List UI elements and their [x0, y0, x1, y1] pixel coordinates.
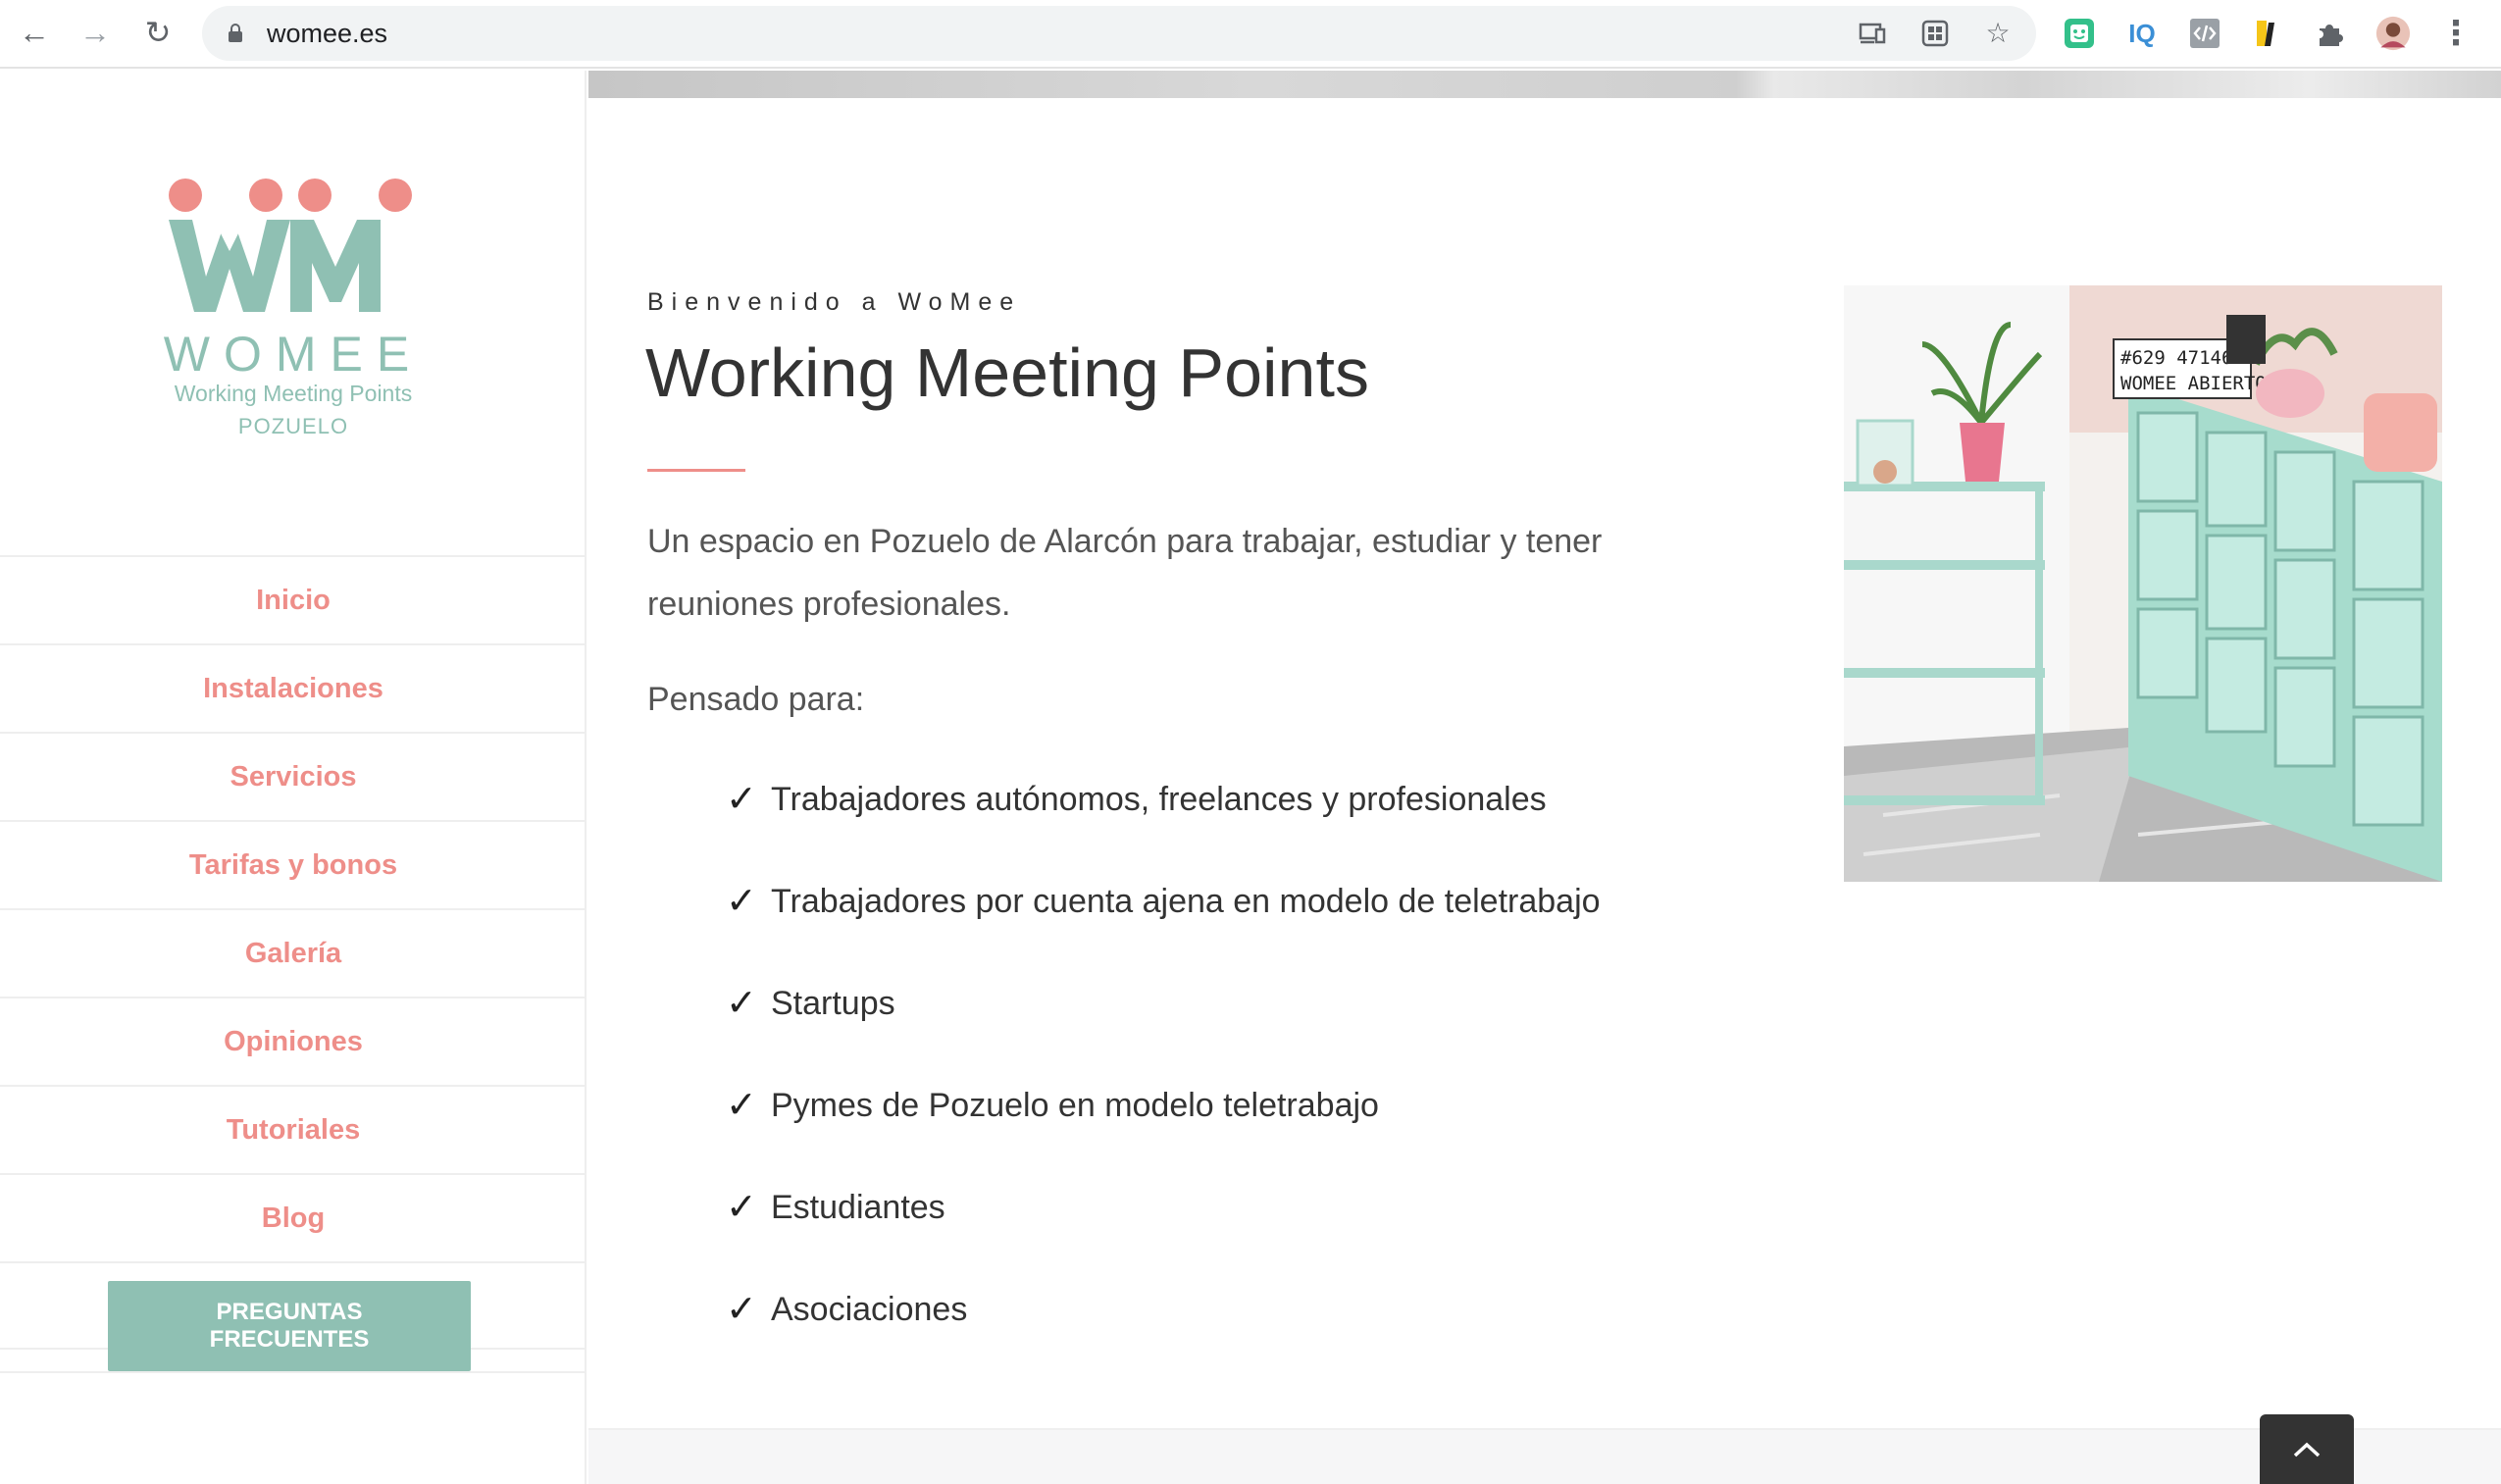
scroll-to-top-button[interactable]: [2260, 1414, 2354, 1484]
list-item: ✓ Trabajadores por cuenta ajena en modelo…: [726, 877, 1601, 979]
profile-avatar[interactable]: [2375, 16, 2411, 51]
faq-button[interactable]: PREGUNTAS FRECUENTES: [108, 1281, 471, 1371]
faq-button-label: PREGUNTAS FRECUENTES: [209, 1299, 370, 1353]
list-item: ✓ Asociaciones: [726, 1285, 1601, 1387]
menu-item-servicios[interactable]: Servicios: [0, 732, 587, 820]
grammarly-icon[interactable]: [2062, 16, 2097, 51]
list-item: ✓ Estudiantes: [726, 1183, 1601, 1285]
logo-dot: [298, 179, 332, 212]
pensado-heading: Pensado para:: [647, 681, 865, 718]
list-item: ✓ Startups: [726, 979, 1601, 1081]
forward-icon[interactable]: →: [75, 12, 116, 53]
check-icon: ✓: [726, 881, 757, 922]
logo-dot: [169, 179, 202, 212]
iq-icon[interactable]: IQ: [2124, 16, 2160, 51]
cast-icon[interactable]: [1858, 20, 1887, 47]
menu-item-tarifas[interactable]: Tarifas y bonos: [0, 820, 587, 908]
logo-tagline: Working Meeting Points: [174, 381, 413, 406]
address-bar[interactable]: womee.es ☆: [202, 6, 2036, 61]
pen-icon[interactable]: [2250, 16, 2285, 51]
code-icon[interactable]: [2187, 16, 2222, 51]
coworking-photo: #629 471462 WOMEE ABIERTO: [1844, 285, 2442, 882]
audience-list: ✓ Trabajadores autónomos, freelances y pr…: [726, 775, 1601, 1387]
check-icon: ✓: [726, 1289, 757, 1330]
logo-location: POZUELO: [237, 414, 349, 438]
back-icon[interactable]: ←: [14, 12, 55, 53]
sidebar: WOMEE Working Meeting Points POZUELO Ini…: [0, 71, 587, 1484]
check-icon: ✓: [726, 1187, 757, 1228]
intro-text: Un espacio en Pozuelo de Alarcón para tr…: [647, 523, 1603, 623]
photo-sign-text: WOMEE ABIERTO: [2120, 373, 2267, 394]
lock-icon: [229, 24, 242, 42]
list-item: ✓ Pymes de Pozuelo en modelo teletrabajo: [726, 1081, 1601, 1183]
kicker-text: Bienvenido a WoMee: [647, 288, 1022, 316]
menu-icon[interactable]: ⋮: [2438, 15, 2474, 52]
menu-item-tutoriales[interactable]: Tutoriales: [0, 1085, 587, 1173]
logo-dot: [379, 179, 412, 212]
menu-item-galeria[interactable]: Galería: [0, 908, 587, 997]
check-icon: ✓: [726, 779, 757, 820]
chevron-up-icon: [2293, 1442, 2321, 1457]
menu-item-inicio[interactable]: Inicio: [0, 555, 587, 643]
menu-item-instalaciones[interactable]: Instalaciones: [0, 643, 587, 732]
menu-item-opiniones[interactable]: Opiniones: [0, 997, 587, 1085]
star-icon[interactable]: ☆: [1983, 20, 2013, 47]
browser-toolbar: ← → ↻ womee.es ☆ IQ ⋮: [0, 0, 2501, 69]
title-separator: [647, 469, 745, 472]
menu-item-blog[interactable]: Blog: [0, 1173, 587, 1261]
page-title: Working Meeting Points: [645, 334, 1369, 411]
logo-wordmark: WOMEE: [163, 327, 424, 382]
divider: [0, 1371, 587, 1373]
logo-dot: [249, 179, 282, 212]
reload-icon[interactable]: ↻: [137, 12, 179, 53]
footer-band: [588, 1428, 2501, 1484]
wm-logo-icon: [169, 220, 381, 312]
photo-sign-number: #629 471462: [2120, 347, 2244, 369]
url-text[interactable]: womee.es: [267, 6, 387, 61]
check-icon: ✓: [726, 1085, 757, 1126]
list-item: ✓ Trabajadores autónomos, freelances y pr…: [726, 775, 1601, 877]
grid-icon[interactable]: [1920, 20, 1950, 47]
check-icon: ✓: [726, 983, 757, 1024]
hero-image-strip: [588, 71, 2501, 98]
puzzle-icon[interactable]: [2313, 16, 2348, 51]
main-menu: Inicio Instalaciones Servicios Tarifas y…: [0, 555, 587, 1350]
